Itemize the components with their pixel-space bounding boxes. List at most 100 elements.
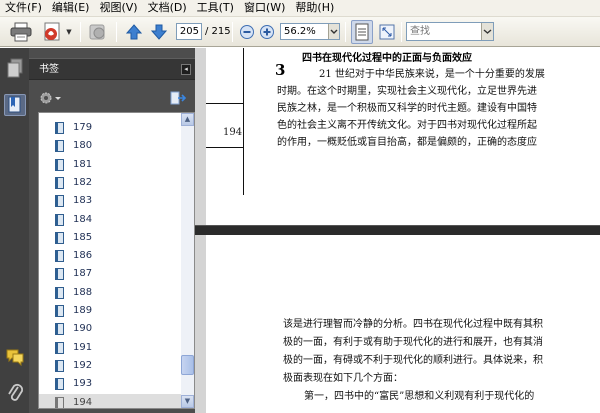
bookmark-label: 189: [73, 305, 93, 316]
pages-icon: [7, 58, 23, 78]
previous-page-button[interactable]: [123, 20, 145, 44]
panel-header: 书签 ◂: [29, 58, 195, 80]
bookmark-page-icon: [55, 231, 64, 244]
page-total-label: / 215: [205, 26, 231, 37]
bookmark-item[interactable]: 184: [39, 211, 181, 229]
panel-title: 书签: [39, 64, 59, 75]
expand-bookmark-button[interactable]: [169, 90, 187, 106]
bookmark-label: 192: [73, 359, 93, 371]
print-button[interactable]: [8, 20, 34, 44]
text-line: 该是进行理智而冷静的分析。四书在现代化过程中既有其积: [283, 319, 543, 330]
bookmark-page-icon: [55, 305, 64, 317]
chevron-down-icon: [481, 23, 493, 40]
bookmark-label: 181: [73, 158, 93, 170]
secure-button[interactable]: [86, 20, 110, 44]
page-number-input[interactable]: 205: [176, 23, 202, 40]
bookmark-label: 185: [73, 231, 93, 243]
bookmarks-button[interactable]: [4, 94, 26, 116]
bookmark-page-icon: [55, 140, 64, 153]
toolbar: ▼ 205 / 215 56.2% 查找: [0, 17, 600, 47]
bookmark-item[interactable]: 187: [39, 265, 181, 283]
menu-tools[interactable]: 工具(T): [192, 0, 239, 16]
page-divider: [195, 225, 600, 235]
bookmark-label: 184: [73, 213, 93, 225]
next-page-icon: [150, 24, 168, 40]
bookmark-label: 180: [73, 140, 93, 152]
bookmarks-icon: [8, 96, 21, 113]
create-pdf-icon: [44, 22, 60, 41]
menu-edit[interactable]: 编辑(E): [47, 0, 95, 16]
comments-icon: [6, 349, 24, 367]
fit-page-button[interactable]: [376, 20, 398, 44]
bookmark-list[interactable]: 179 180 181 182 183 184 185 186 187 188 189 190 191 1…: [38, 112, 195, 409]
bookmark-page-icon: [55, 158, 64, 171]
menu-file[interactable]: 文件(F): [0, 0, 47, 16]
bookmark-item[interactable]: 183: [39, 192, 181, 210]
attachments-icon: [8, 384, 23, 401]
menu-view[interactable]: 视图(V): [94, 0, 142, 16]
bookmark-item[interactable]: 194: [39, 393, 181, 408]
bookmark-scrollbar[interactable]: ▲ ▼: [181, 113, 194, 408]
bookmark-page-icon: [55, 341, 64, 354]
text-line: 民族之林，是一个积极而又科学的时代主题。建设有中国特: [277, 103, 537, 114]
bookmark-label: 186: [73, 250, 93, 262]
text-line: 21 世纪对于中华民族来说，是一个十分重要的发展: [319, 69, 545, 80]
chevron-down-icon: [328, 24, 339, 39]
fit-width-button[interactable]: [351, 20, 373, 44]
text-line: 的作用，一概贬低或盲目抬高，都是偏颇的，正确的态度应: [277, 137, 537, 148]
expand-bookmark-icon: [170, 91, 187, 105]
bookmark-page-icon: [55, 359, 64, 372]
bookmark-item[interactable]: 191: [39, 339, 181, 357]
bookmark-item[interactable]: 181: [39, 156, 181, 174]
next-page-button[interactable]: [148, 20, 170, 44]
section-number: 3: [275, 61, 286, 79]
bookmark-item[interactable]: 190: [39, 320, 181, 338]
bookmark-item[interactable]: 180: [39, 137, 181, 155]
zoom-out-icon: [240, 25, 254, 39]
bookmark-item[interactable]: 179: [39, 119, 181, 137]
bookmark-item[interactable]: 182: [39, 174, 181, 192]
scroll-thumb[interactable]: [181, 355, 194, 376]
document-page-bottom: 该是进行理智而冷静的分析。四书在现代化过程中既有其积 极的一面，有利于或有助于现…: [206, 235, 600, 413]
bookmark-page-icon: [55, 286, 64, 299]
document-view[interactable]: 194 3 四书在现代化过程中的正面与负面效应 21 世纪对于中华民族来说，是一…: [195, 48, 600, 413]
bookmark-label: 183: [73, 195, 93, 207]
find-input[interactable]: 查找: [406, 22, 494, 41]
menu-bar: 文件(F) 编辑(E) 视图(V) 文档(D) 工具(T) 窗口(W) 帮助(H…: [0, 0, 600, 17]
options-gear-icon: [40, 92, 61, 104]
bookmark-label: 188: [73, 286, 93, 298]
comments-button[interactable]: [5, 348, 25, 367]
menu-document[interactable]: 文档(D): [143, 0, 192, 16]
bookmark-label: 190: [73, 323, 93, 335]
attachments-button[interactable]: [6, 382, 24, 404]
zoom-in-icon: [260, 25, 274, 39]
pages-button[interactable]: [5, 58, 25, 80]
menu-window[interactable]: 窗口(W): [239, 0, 290, 16]
create-pdf-button[interactable]: ▼: [40, 20, 74, 44]
scroll-down-arrow-icon[interactable]: ▼: [181, 395, 194, 408]
bookmark-item[interactable]: 186: [39, 247, 181, 265]
bookmark-item[interactable]: 192: [39, 357, 181, 375]
bookmark-item[interactable]: 185: [39, 229, 181, 247]
collapse-panel-icon[interactable]: ◂: [181, 64, 191, 75]
zoom-value: 56.2%: [284, 26, 316, 37]
text-line: 时期。在这个时期里，实现社会主义现代化，立足世界先进: [277, 86, 537, 97]
section-heading: 四书在现代化过程中的正面与负面效应: [302, 53, 472, 64]
bookmark-item[interactable]: 193: [39, 375, 181, 393]
bookmark-item[interactable]: 189: [39, 302, 181, 320]
fit-width-icon: [355, 23, 369, 41]
options-button[interactable]: [39, 90, 63, 106]
menu-help[interactable]: 帮助(H): [290, 0, 339, 16]
scroll-up-arrow-icon[interactable]: ▲: [181, 113, 194, 126]
bookmark-label: 179: [73, 122, 93, 133]
zoom-select[interactable]: 56.2%: [280, 23, 340, 40]
bookmark-item[interactable]: 188: [39, 284, 181, 302]
text-line: 色的社会主义离不开传统文化。对于四书对现代化过程所起: [277, 120, 537, 131]
bookmark-page-icon: [55, 195, 64, 208]
zoom-out-button[interactable]: [238, 20, 256, 44]
bookmark-page-icon: [55, 323, 64, 336]
zoom-in-button[interactable]: [258, 20, 276, 44]
bookmark-page-icon: [55, 176, 64, 189]
find-placeholder: 查找: [410, 26, 430, 37]
bookmark-page-icon: [55, 378, 64, 391]
